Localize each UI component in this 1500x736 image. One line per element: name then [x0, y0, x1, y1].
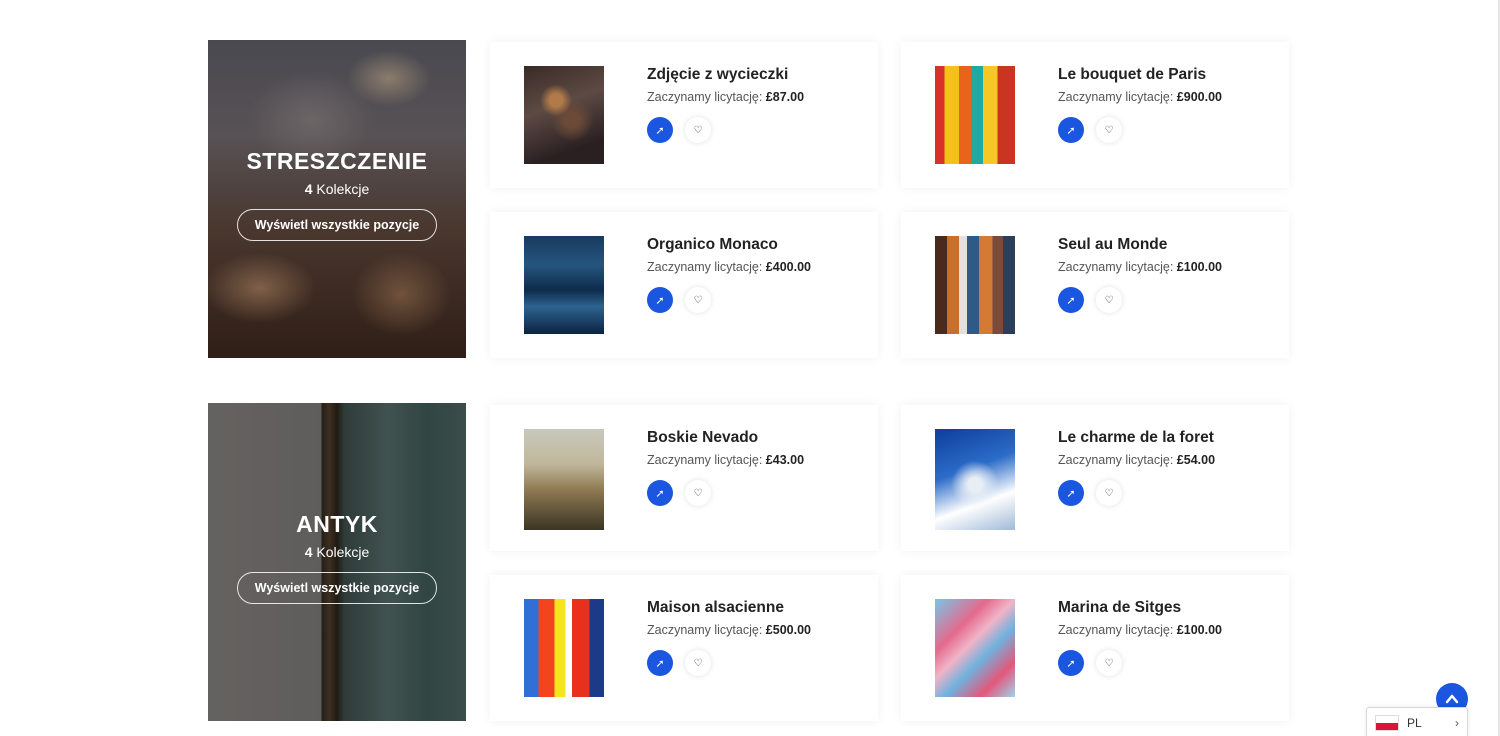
product-card[interactable]: Seul au Monde Zaczynamy licytację: £100.…: [901, 212, 1289, 358]
product-title[interactable]: Le bouquet de Paris: [1058, 66, 1206, 84]
gavel-icon: ➚: [1066, 124, 1076, 137]
gavel-icon: ➚: [655, 487, 665, 500]
bid-button[interactable]: ➚: [1058, 117, 1084, 143]
product-card[interactable]: Organico Monaco Zaczynamy licytację: £40…: [490, 212, 878, 358]
starting-bid: Zaczynamy licytację: £43.00: [647, 453, 805, 467]
product-card[interactable]: Le charme de la foret Zaczynamy licytacj…: [901, 405, 1289, 551]
heart-icon: ♡: [693, 294, 703, 306]
product-title[interactable]: Seul au Monde: [1058, 236, 1167, 254]
wishlist-button[interactable]: ♡: [1096, 287, 1122, 313]
heart-icon: ♡: [1104, 487, 1114, 499]
bid-button[interactable]: ➚: [647, 287, 673, 313]
bid-button[interactable]: ➚: [647, 650, 673, 676]
product-image[interactable]: [935, 429, 1015, 530]
product-card[interactable]: Maison alsacienne Zaczynamy licytację: £…: [490, 575, 878, 721]
language-code: PL: [1407, 716, 1422, 730]
wishlist-button[interactable]: ♡: [1096, 650, 1122, 676]
product-title[interactable]: Zdjęcie z wycieczki: [647, 66, 788, 84]
bid-button[interactable]: ➚: [1058, 287, 1084, 313]
product-image[interactable]: [524, 66, 604, 164]
bid-button[interactable]: ➚: [1058, 650, 1084, 676]
starting-bid: Zaczynamy licytację: £87.00: [647, 90, 805, 104]
product-title[interactable]: Marina de Sitges: [1058, 599, 1181, 617]
product-image[interactable]: [524, 429, 604, 530]
starting-bid: Zaczynamy licytację: £400.00: [647, 260, 811, 274]
starting-bid: Zaczynamy licytację: £500.00: [647, 623, 811, 637]
product-title[interactable]: Maison alsacienne: [647, 599, 784, 617]
heart-icon: ♡: [1104, 657, 1114, 669]
heart-icon: ♡: [693, 124, 703, 136]
product-title[interactable]: Le charme de la foret: [1058, 429, 1214, 447]
product-card[interactable]: Marina de Sitges Zaczynamy licytację: £1…: [901, 575, 1289, 721]
gavel-icon: ➚: [655, 124, 665, 137]
wishlist-button[interactable]: ♡: [685, 480, 711, 506]
category-section-antyk: ANTYK 4 Kolekcje Wyświetl wszystkie pozy…: [208, 403, 1290, 721]
language-selector[interactable]: PL ›: [1366, 707, 1468, 736]
starting-bid: Zaczynamy licytację: £100.00: [1058, 623, 1222, 637]
wishlist-button[interactable]: ♡: [1096, 117, 1122, 143]
starting-bid: Zaczynamy licytację: £54.00: [1058, 453, 1216, 467]
product-price: £400.00: [765, 260, 811, 274]
gavel-icon: ➚: [1066, 294, 1076, 307]
bid-button[interactable]: ➚: [1058, 480, 1084, 506]
starting-bid: Zaczynamy licytację: £100.00: [1058, 260, 1222, 274]
category-section-streszczenie: STRESZCZENIE 4 Kolekcje Wyświetl wszystk…: [208, 40, 1290, 358]
wishlist-button[interactable]: ♡: [685, 287, 711, 313]
category-banner: ANTYK 4 Kolekcje Wyświetl wszystkie pozy…: [208, 403, 466, 721]
product-card[interactable]: Zdjęcie z wycieczki Zaczynamy licytację:…: [490, 42, 878, 188]
gavel-icon: ➚: [655, 294, 665, 307]
category-count: 4 Kolekcje: [304, 544, 370, 560]
wishlist-button[interactable]: ♡: [685, 650, 711, 676]
product-price: £100.00: [1176, 623, 1222, 637]
gavel-icon: ➚: [655, 657, 665, 670]
gavel-icon: ➚: [1066, 657, 1076, 670]
view-all-button[interactable]: Wyświetl wszystkie pozycje: [237, 209, 437, 241]
product-image[interactable]: [524, 236, 604, 334]
view-all-button[interactable]: Wyświetl wszystkie pozycje: [237, 572, 437, 604]
product-image[interactable]: [524, 599, 604, 697]
bid-button[interactable]: ➚: [647, 117, 673, 143]
heart-icon: ♡: [693, 487, 703, 499]
product-price: £87.00: [765, 90, 805, 104]
category-count: 4 Kolekcje: [304, 181, 370, 197]
category-banner: STRESZCZENIE 4 Kolekcje Wyświetl wszystk…: [208, 40, 466, 358]
chevron-up-icon: [1445, 694, 1459, 704]
product-title[interactable]: Boskie Nevado: [647, 429, 758, 447]
product-price: £43.00: [765, 453, 805, 467]
category-title: STRESZCZENIE: [246, 148, 428, 174]
product-image[interactable]: [935, 236, 1015, 334]
heart-icon: ♡: [1104, 294, 1114, 306]
product-price: £500.00: [765, 623, 811, 637]
product-image[interactable]: [935, 599, 1015, 697]
product-price: £100.00: [1176, 260, 1222, 274]
product-price: £54.00: [1176, 453, 1216, 467]
chevron-right-icon: ›: [1455, 716, 1459, 730]
wishlist-button[interactable]: ♡: [1096, 480, 1122, 506]
bid-button[interactable]: ➚: [647, 480, 673, 506]
gavel-icon: ➚: [1066, 487, 1076, 500]
product-price: £900.00: [1176, 90, 1222, 104]
category-title: ANTYK: [296, 511, 378, 537]
starting-bid: Zaczynamy licytację: £900.00: [1058, 90, 1222, 104]
product-card[interactable]: Le bouquet de Paris Zaczynamy licytację:…: [901, 42, 1289, 188]
product-image[interactable]: [935, 66, 1015, 164]
wishlist-button[interactable]: ♡: [685, 117, 711, 143]
heart-icon: ♡: [693, 657, 703, 669]
product-card[interactable]: Boskie Nevado Zaczynamy licytację: £43.0…: [490, 405, 878, 551]
product-title[interactable]: Organico Monaco: [647, 236, 778, 254]
heart-icon: ♡: [1104, 124, 1114, 136]
poland-flag-icon: [1375, 715, 1399, 731]
